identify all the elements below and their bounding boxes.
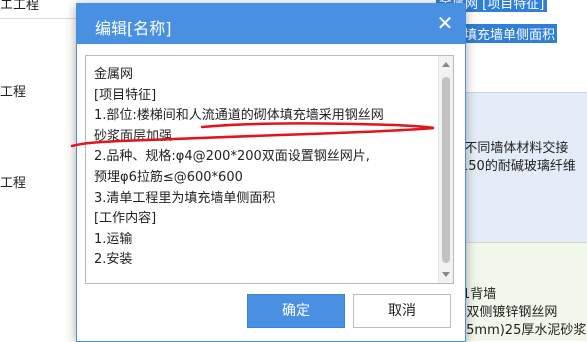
- content-line: 2.安装: [94, 252, 133, 268]
- bg-panel: :不同墙体材料交接 150的耐碱玻璃纤维: [448, 92, 587, 243]
- bg-label-2: 工程: [0, 176, 27, 191]
- scroll-thumb[interactable]: [442, 77, 450, 263]
- bg-panel-2: 1背墙 :双侧镀锌钢丝网 .5mm)25厚水泥砂浆: [448, 242, 587, 341]
- dialog-titlebar[interactable]: 编辑[名称] ✕: [77, 4, 465, 44]
- content-line: 1.运输: [94, 231, 133, 247]
- bg-label-top: エ工程: [0, 0, 40, 13]
- bg-panel-line: 150的耐碱玻璃纤维: [460, 159, 576, 174]
- bg-panel-line: :不同墙体材料交接: [460, 141, 569, 156]
- bg-row-divider: [0, 18, 80, 19]
- content-line: 3.清单工程里为填充墙单侧面积: [94, 190, 276, 206]
- dialog-title: 编辑[名称]: [95, 19, 172, 38]
- content-line: 2.品种、规格:φ4@200*200双面设置钢丝网片,: [94, 149, 370, 165]
- content-line: [项目特征]: [94, 87, 157, 103]
- content-line: 金属网: [94, 67, 134, 82]
- bg-panel2-line: :双侧镀锌钢丝网: [462, 305, 558, 320]
- vertical-scrollbar[interactable]: [438, 56, 453, 283]
- bg-highlight-cell: 填充墙单侧面积: [462, 24, 558, 43]
- close-icon[interactable]: ✕: [435, 13, 455, 33]
- content-line: 1.部位:楼梯间和人流通道的砌体填充墙采用钢丝网: [94, 108, 384, 124]
- bg-panel2-line: 1背墙: [462, 287, 497, 302]
- content-textarea[interactable]: 金属网 [项目特征] 1.部位:楼梯间和人流通道的砌体填充墙采用钢丝网 砂浆面层…: [85, 55, 454, 284]
- content-lines: 金属网 [项目特征] 1.部位:楼梯间和人流通道的砌体填充墙采用钢丝网 砂浆面层…: [94, 65, 433, 271]
- content-line: 预埋φ6拉筋≤@600*600: [94, 169, 243, 185]
- cancel-button[interactable]: 取消: [353, 294, 451, 328]
- scroll-up-arrow-icon[interactable]: [442, 62, 450, 67]
- edit-name-dialog: 编辑[名称] ✕ 金属网 [项目特征] 1.部位:楼梯间和人流通道的砌体填充墙采…: [76, 3, 466, 342]
- bg-panel2-line: .5mm)25厚水泥砂浆: [462, 323, 587, 338]
- content-line: 砂浆面层加强: [94, 128, 173, 144]
- bg-label-1: 工程: [0, 85, 27, 100]
- scroll-down-arrow-icon[interactable]: [442, 272, 450, 277]
- ok-button[interactable]: 确定: [247, 294, 345, 328]
- content-line: [工作内容]: [94, 211, 157, 227]
